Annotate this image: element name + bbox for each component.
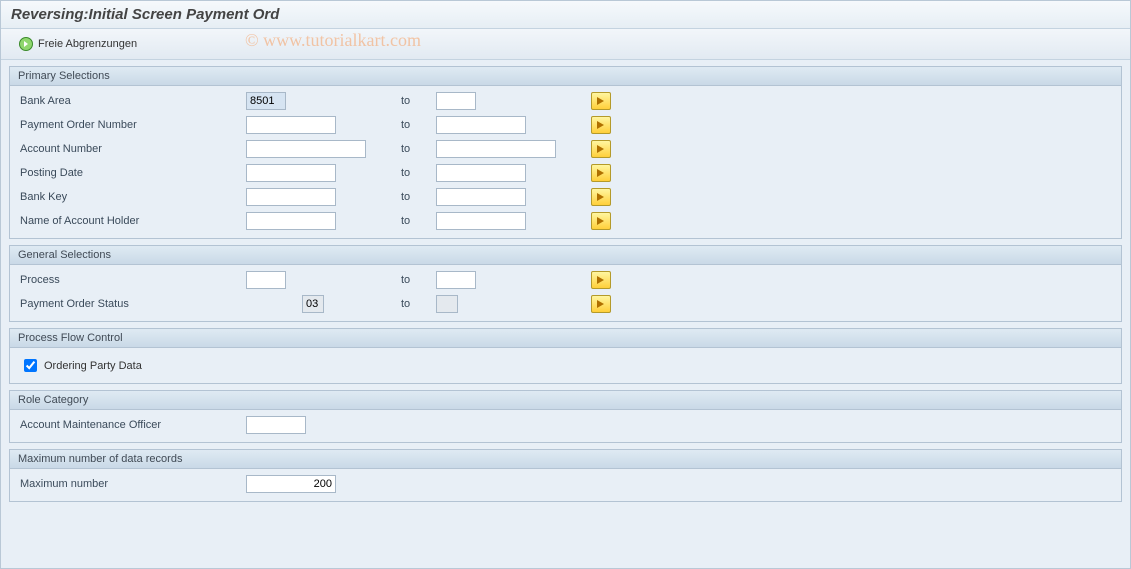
group-title: Primary Selections bbox=[10, 67, 1121, 86]
row-max-number: Maximum number bbox=[16, 473, 1115, 495]
to-label: to bbox=[401, 167, 436, 179]
group-title: Role Category bbox=[10, 391, 1121, 410]
bank-key-from-input[interactable] bbox=[246, 188, 336, 206]
holder-from-input[interactable] bbox=[246, 212, 336, 230]
bank-area-from-input[interactable] bbox=[246, 92, 286, 110]
row-posting-date: Posting Date to bbox=[16, 162, 1115, 184]
group-process-flow: Process Flow Control Ordering Party Data bbox=[9, 328, 1122, 384]
bank-area-to-input[interactable] bbox=[436, 92, 476, 110]
ordering-party-label: Ordering Party Data bbox=[44, 360, 142, 372]
group-title: Process Flow Control bbox=[10, 329, 1121, 348]
label: Bank Area bbox=[16, 95, 246, 107]
group-role-category: Role Category Account Maintenance Office… bbox=[9, 390, 1122, 443]
page-header: Reversing:Initial Screen Payment Ord bbox=[1, 1, 1130, 29]
group-title: General Selections bbox=[10, 246, 1121, 265]
to-label: to bbox=[401, 215, 436, 227]
row-payment-order-number: Payment Order Number to bbox=[16, 114, 1115, 136]
label: Process bbox=[16, 274, 246, 286]
label: Account Number bbox=[16, 143, 246, 155]
row-ordering-party: Ordering Party Data bbox=[16, 352, 1115, 379]
row-po-status: Payment Order Status to bbox=[16, 293, 1115, 315]
bank-area-range-button[interactable] bbox=[591, 92, 611, 110]
holder-range-button[interactable] bbox=[591, 212, 611, 230]
row-bank-key: Bank Key to bbox=[16, 186, 1115, 208]
posting-date-range-button[interactable] bbox=[591, 164, 611, 182]
process-to-input[interactable] bbox=[436, 271, 476, 289]
to-label: to bbox=[401, 119, 436, 131]
label: Maximum number bbox=[16, 478, 246, 490]
label: Payment Order Number bbox=[16, 119, 246, 131]
label: Payment Order Status bbox=[16, 298, 246, 310]
row-process: Process to bbox=[16, 269, 1115, 291]
po-status-range-button[interactable] bbox=[591, 295, 611, 313]
group-primary-selections: Primary Selections Bank Area to Payment … bbox=[9, 66, 1122, 239]
content-area: Primary Selections Bank Area to Payment … bbox=[1, 60, 1130, 514]
ordering-party-checkbox[interactable] bbox=[24, 359, 37, 372]
po-number-to-input[interactable] bbox=[436, 116, 526, 134]
label: Account Maintenance Officer bbox=[16, 419, 246, 431]
bank-key-to-input[interactable] bbox=[436, 188, 526, 206]
freie-abgrenzungen-label: Freie Abgrenzungen bbox=[38, 38, 137, 50]
page-title: Reversing:Initial Screen Payment Ord bbox=[11, 6, 279, 23]
row-account-number: Account Number to bbox=[16, 138, 1115, 160]
label: Bank Key bbox=[16, 191, 246, 203]
process-range-button[interactable] bbox=[591, 271, 611, 289]
group-title: Maximum number of data records bbox=[10, 450, 1121, 469]
toolbar: Freie Abgrenzungen bbox=[1, 29, 1130, 60]
account-no-range-button[interactable] bbox=[591, 140, 611, 158]
label: Posting Date bbox=[16, 167, 246, 179]
to-label: to bbox=[401, 191, 436, 203]
po-number-range-button[interactable] bbox=[591, 116, 611, 134]
account-no-to-input[interactable] bbox=[436, 140, 556, 158]
freie-abgrenzungen-button[interactable]: Freie Abgrenzungen bbox=[11, 33, 144, 55]
group-max-records: Maximum number of data records Maximum n… bbox=[9, 449, 1122, 502]
row-bank-area: Bank Area to bbox=[16, 90, 1115, 112]
row-account-holder: Name of Account Holder to bbox=[16, 210, 1115, 232]
to-label: to bbox=[401, 95, 436, 107]
po-number-from-input[interactable] bbox=[246, 116, 336, 134]
label: Name of Account Holder bbox=[16, 215, 246, 227]
posting-date-to-input[interactable] bbox=[436, 164, 526, 182]
row-officer: Account Maintenance Officer bbox=[16, 414, 1115, 436]
to-label: to bbox=[401, 298, 436, 310]
posting-date-from-input[interactable] bbox=[246, 164, 336, 182]
account-no-from-input[interactable] bbox=[246, 140, 366, 158]
officer-input[interactable] bbox=[246, 416, 306, 434]
max-number-input[interactable] bbox=[246, 475, 336, 493]
process-from-input[interactable] bbox=[246, 271, 286, 289]
to-label: to bbox=[401, 274, 436, 286]
po-status-from-input bbox=[302, 295, 324, 313]
po-status-to-input bbox=[436, 295, 458, 313]
bank-key-range-button[interactable] bbox=[591, 188, 611, 206]
group-general-selections: General Selections Process to Payment Or… bbox=[9, 245, 1122, 322]
holder-to-input[interactable] bbox=[436, 212, 526, 230]
execute-icon bbox=[18, 36, 34, 52]
to-label: to bbox=[401, 143, 436, 155]
